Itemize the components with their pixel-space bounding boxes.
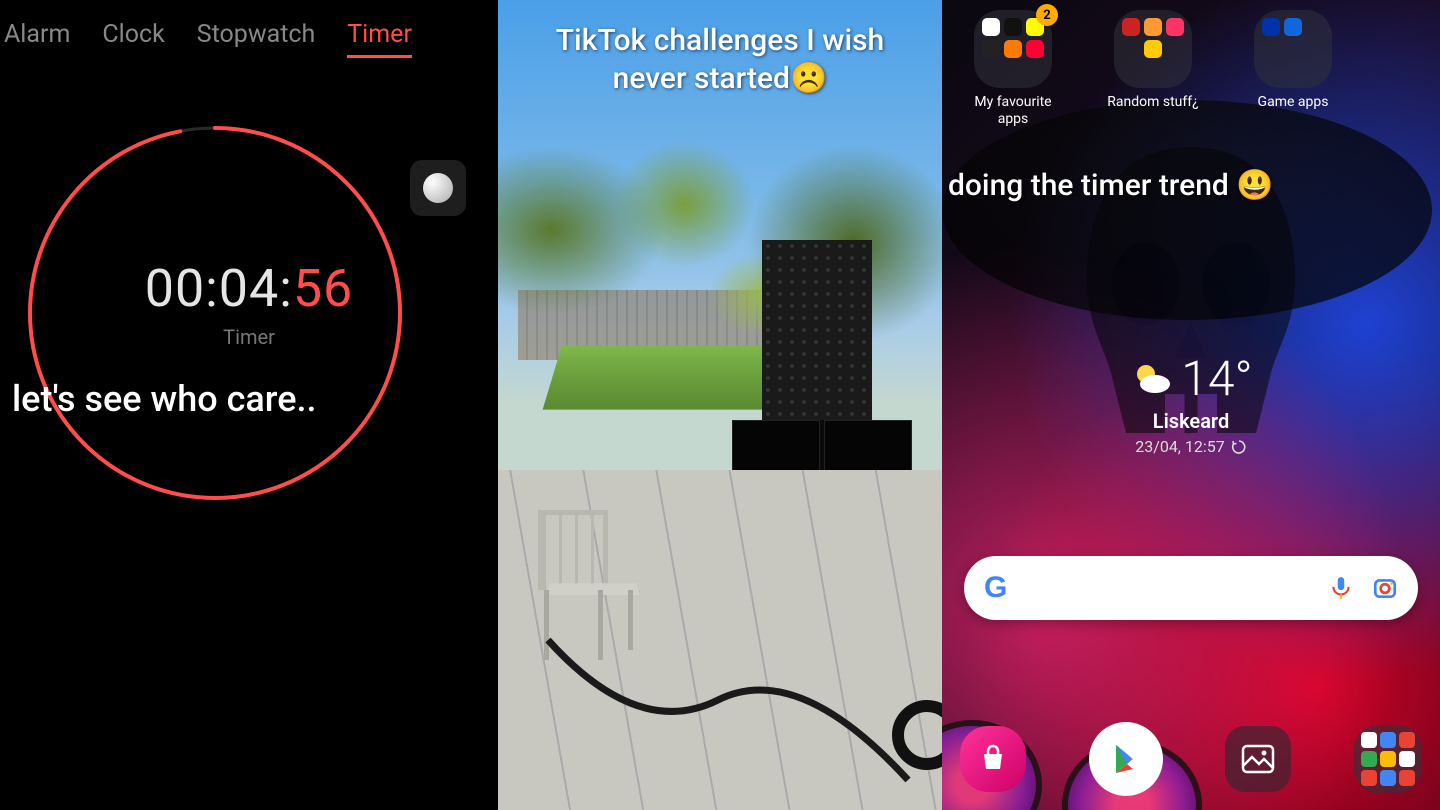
weather-temp: 14°	[1181, 350, 1252, 407]
folder-game-apps[interactable]: Game apps	[1238, 10, 1348, 128]
google-logo-icon: G	[984, 571, 1007, 605]
tab-alarm[interactable]: Alarm	[4, 20, 70, 58]
notification-badge: 2	[1036, 4, 1058, 26]
folder-row: 2 My favourite apps Random stuff¿	[958, 10, 1424, 128]
folder-label: My favourite apps	[958, 94, 1068, 128]
overlay-caption: let's see who care..	[0, 378, 498, 420]
overlay-caption: doing the timer trend 😃	[942, 168, 1440, 203]
clock-tabs: Alarm Clock Stopwatch Timer	[0, 0, 498, 78]
lens-icon[interactable]	[1372, 575, 1398, 601]
weather-icon	[1129, 357, 1173, 401]
google-search-bar[interactable]: G	[964, 556, 1418, 620]
gallery-icon[interactable]	[1225, 726, 1291, 792]
folder-random-stuff[interactable]: Random stuff¿	[1098, 10, 1208, 128]
android-homescreen-panel: 2 My favourite apps Random stuff¿	[942, 0, 1440, 810]
timer-time-display: 00:04:56	[0, 258, 498, 319]
refresh-icon	[1231, 439, 1247, 455]
weather-city: Liskeard	[942, 409, 1440, 433]
tab-timer[interactable]: Timer	[347, 20, 412, 58]
home-dock	[960, 722, 1422, 796]
folder-label: Game apps	[1238, 94, 1348, 111]
google-apps-folder[interactable]	[1354, 725, 1422, 793]
garden-chair	[538, 510, 648, 670]
folder-favourite-apps[interactable]: 2 My favourite apps	[958, 10, 1068, 128]
garden-video-panel: TikTok challenges I wish never started☹️	[498, 0, 942, 810]
mic-icon[interactable]	[1328, 575, 1354, 601]
play-store-icon[interactable]	[1089, 722, 1163, 796]
galaxy-store-icon[interactable]	[960, 726, 1026, 792]
tab-stopwatch[interactable]: Stopwatch	[197, 20, 316, 58]
timer-label: Timer	[0, 325, 498, 349]
overlay-caption: TikTok challenges I wish never started☹️	[498, 22, 942, 97]
timer-area: 00:04:56 Timer	[0, 78, 498, 598]
timer-app-panel: Alarm Clock Stopwatch Timer 00:04:56 Tim…	[0, 0, 498, 810]
assistive-touch-button[interactable]	[410, 160, 466, 216]
weather-widget[interactable]: 14° Liskeard 23/04, 12:57	[942, 350, 1440, 456]
tab-clock[interactable]: Clock	[102, 20, 164, 58]
weather-datetime: 23/04, 12:57	[942, 437, 1440, 456]
folder-label: Random stuff¿	[1098, 94, 1208, 111]
